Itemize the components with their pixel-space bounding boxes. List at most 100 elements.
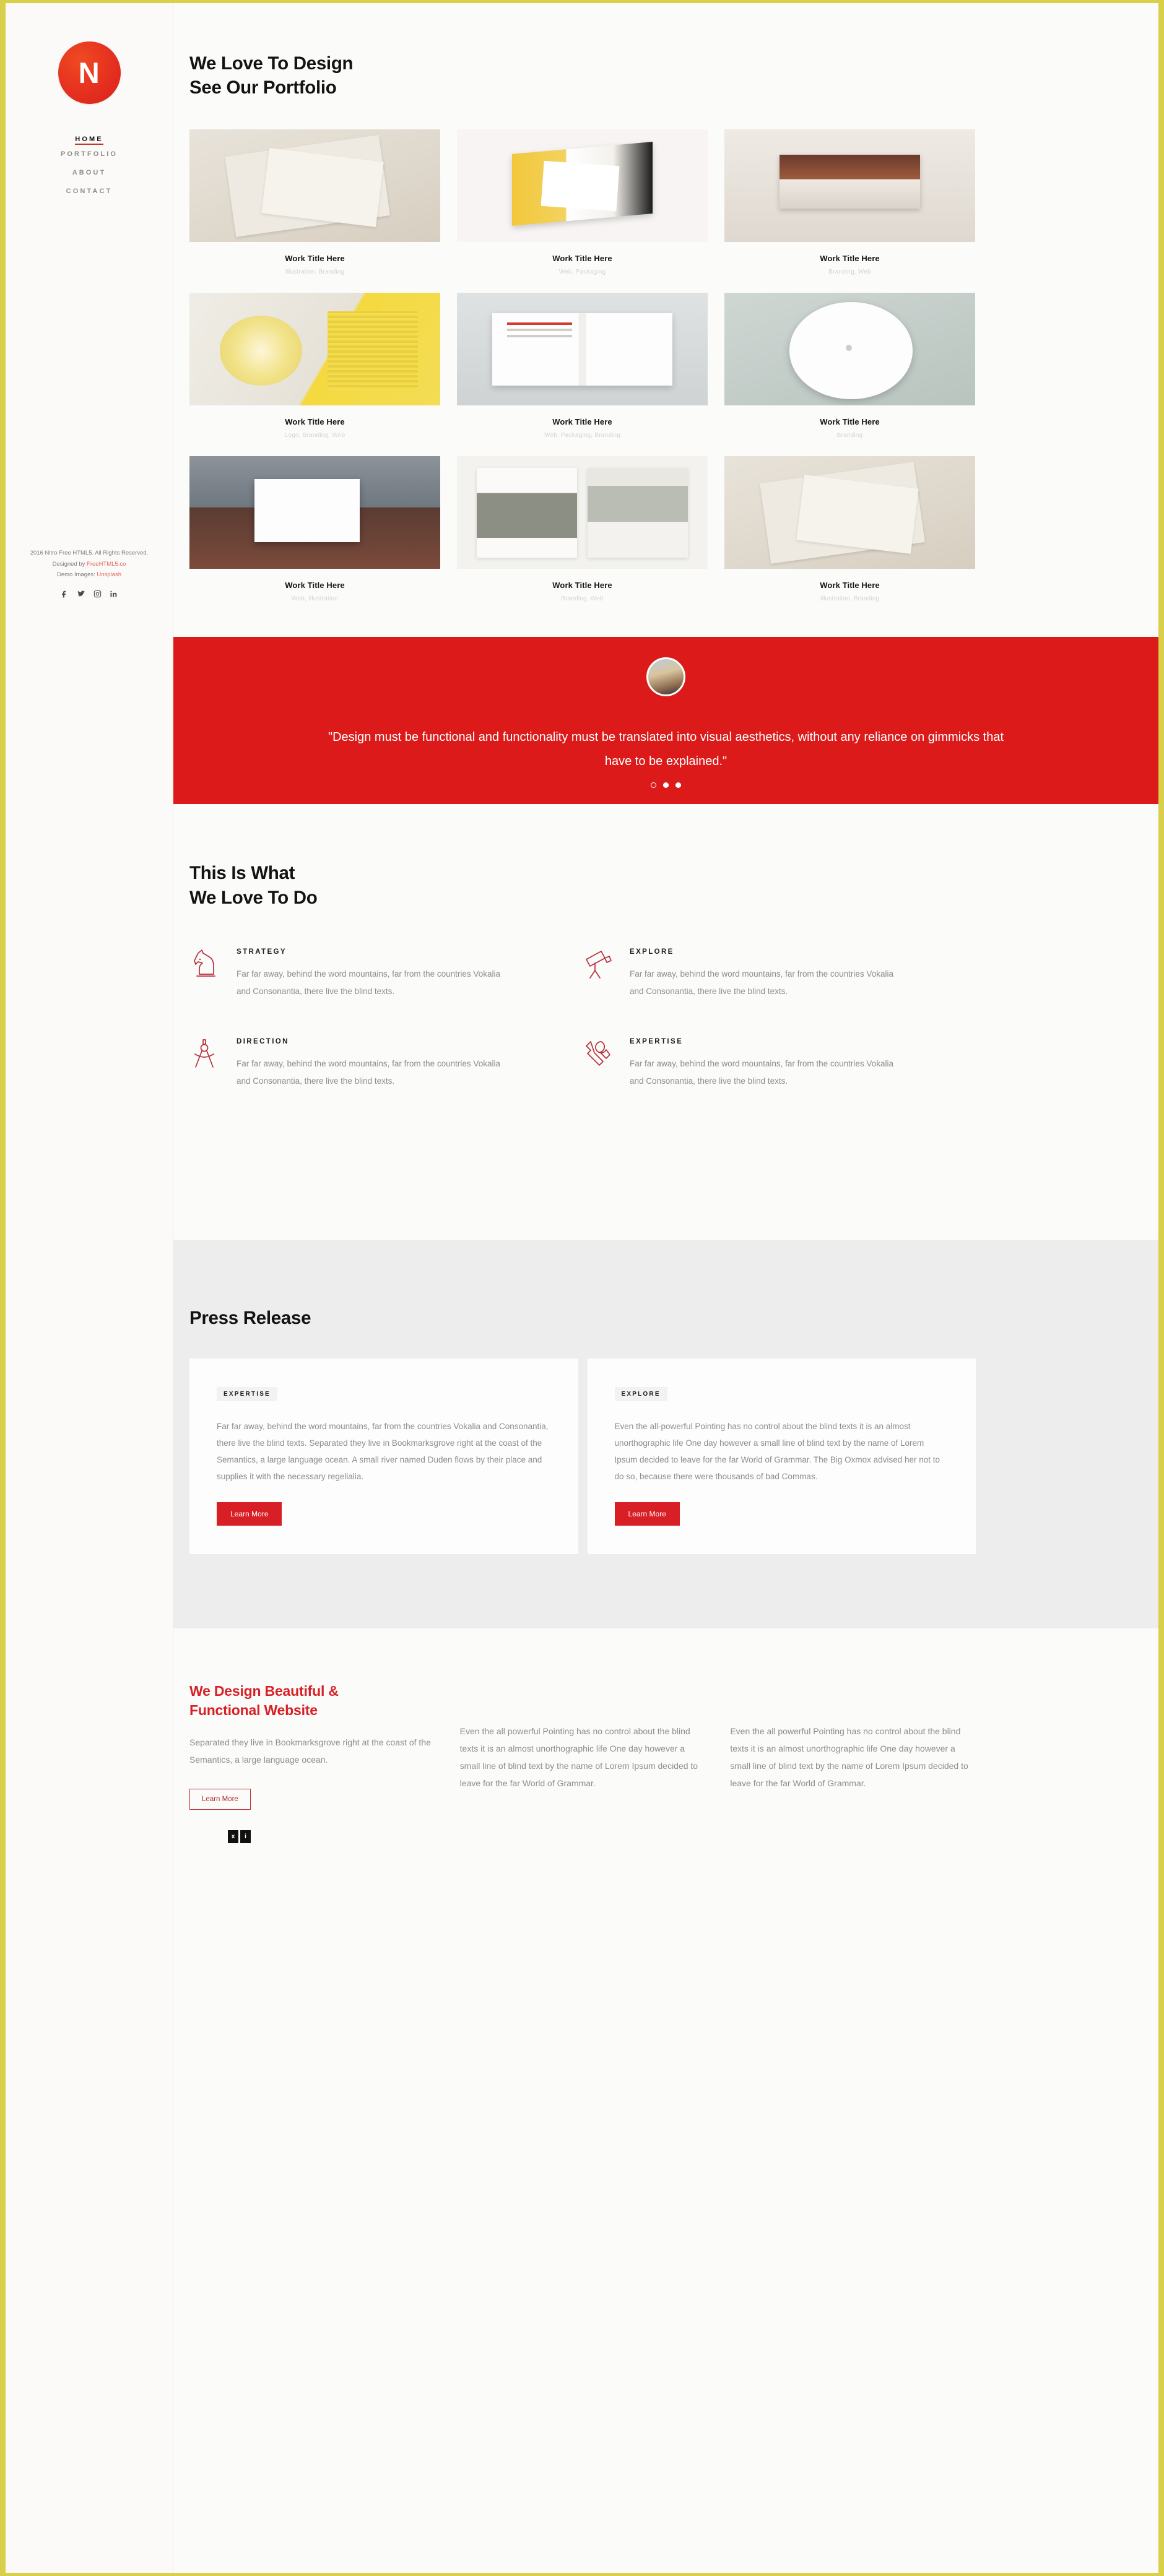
service-text: Far far away, behind the word mountains,… <box>630 969 893 996</box>
designed-by-label: Designed by <box>52 560 87 568</box>
sidebar: N HOME PORTFOLIO ABOUT CONTACT 2016 Nitr… <box>6 3 173 2573</box>
portfolio-item-title: Work Title Here <box>820 254 880 264</box>
service-body: EXPERTISE Far far away, behind the word … <box>630 1038 901 1089</box>
facebook-icon[interactable] <box>61 590 69 598</box>
sidebar-item-contact[interactable]: CONTACT <box>6 182 173 201</box>
learn-more-outline-button[interactable]: Learn More <box>189 1788 251 1810</box>
unsplash-link[interactable]: Unsplash <box>97 571 121 578</box>
demo-images-label: Demo Images: <box>56 571 97 579</box>
carousel-dot-1[interactable] <box>651 782 656 789</box>
press-card: EXPERTISE Far far away, behind the word … <box>189 1358 578 1554</box>
page-root: N HOME PORTFOLIO ABOUT CONTACT 2016 Nitr… <box>6 3 1158 2573</box>
portfolio-item-title: Work Title Here <box>552 254 612 264</box>
portfolio-item-category: Web, Illustration <box>292 595 338 603</box>
portfolio-thumbnail[interactable] <box>189 456 440 569</box>
portfolio-thumbnail[interactable] <box>724 129 975 243</box>
testimonial-section: "Design must be functional and functiona… <box>173 637 1158 805</box>
portfolio-item[interactable]: Work Title Here Web, Packaging, Branding <box>457 293 708 439</box>
sidebar-item-home[interactable]: HOME <box>75 130 104 145</box>
linkedin-icon[interactable] <box>110 590 118 598</box>
sidebar-item-portfolio[interactable]: PORTFOLIO <box>6 145 173 163</box>
portfolio-item-title: Work Title Here <box>285 254 345 264</box>
portfolio-item-category: Branding, Web <box>561 595 604 603</box>
testimonial-quote: "Design must be functional and functiona… <box>328 730 1004 769</box>
press-card-tag: EXPLORE <box>614 1386 667 1401</box>
portfolio-thumbnail[interactable] <box>724 293 975 406</box>
about-primary-column: We Design Beautiful & Functional Website… <box>189 1682 435 1843</box>
service-item: STRATEGY Far far away, behind the word m… <box>189 948 583 1000</box>
service-title: DIRECTION <box>237 1038 289 1046</box>
portfolio-item-category: Web, Packaging, Branding <box>544 432 621 439</box>
instagram-icon[interactable] <box>93 590 102 598</box>
about-lead-text: Separated they live in Bookmarksgrove ri… <box>189 1737 431 1765</box>
portfolio-section: We Love To Design See Our Portfolio Work… <box>173 3 1158 603</box>
service-item: DIRECTION Far far away, behind the word … <box>189 1038 583 1089</box>
portfolio-item-title: Work Title Here <box>820 417 880 427</box>
portfolio-heading-line2: See Our Portfolio <box>189 77 337 98</box>
portfolio-item[interactable]: Work Title Here Branding, Web <box>457 456 708 602</box>
chess-knight-icon <box>189 948 219 980</box>
about-column-text: Even the all powerful Pointing has no co… <box>459 1726 698 1788</box>
service-body: EXPLORE Far far away, behind the word mo… <box>630 948 901 1000</box>
press-heading: Press Release <box>189 1307 311 1328</box>
services-heading-line2: We Love To Do <box>189 887 318 908</box>
portfolio-item[interactable]: Work Title Here Branding, Web <box>724 129 975 275</box>
about-inner: We Design Beautiful & Functional Website… <box>189 1682 976 1843</box>
portfolio-thumbnail[interactable] <box>724 456 975 569</box>
tools-icon <box>583 1038 612 1070</box>
sidebar-footer: 2016 Nitro Free HTML5. All Rights Reserv… <box>6 548 173 598</box>
designed-by-line: Designed by FreeHTML5.co <box>17 559 162 570</box>
portfolio-item[interactable]: Work Title Here Web, Packaging <box>457 129 708 275</box>
portfolio-thumbnail[interactable] <box>457 293 708 406</box>
main-navigation: HOME PORTFOLIO ABOUT CONTACT <box>6 130 173 201</box>
portfolio-item-title: Work Title Here <box>552 417 612 427</box>
brand-logo[interactable]: N <box>58 41 121 104</box>
press-card-tag: EXPERTISE <box>217 1386 277 1401</box>
learn-more-button[interactable]: Learn More <box>614 1502 680 1526</box>
services-inner: This Is What We Love To Do STRATEGY Far … <box>189 861 976 1128</box>
portfolio-thumbnail[interactable] <box>189 129 440 243</box>
press-card-text: Far far away, behind the word mountains,… <box>217 1421 549 1481</box>
about-column-3: Even the all powerful Pointing has no co… <box>730 1682 976 1843</box>
compass-icon <box>189 1038 219 1070</box>
carousel-dot-3[interactable] <box>675 782 681 789</box>
about-column-2: Even the all powerful Pointing has no co… <box>460 1682 706 1843</box>
portfolio-item[interactable]: Work Title Here Illustration, Branding <box>189 129 440 275</box>
main-content: We Love To Design See Our Portfolio Work… <box>173 3 1158 2573</box>
logo-container[interactable]: N <box>6 41 173 104</box>
service-item: EXPLORE Far far away, behind the word mo… <box>583 948 976 1000</box>
portfolio-thumbnail[interactable] <box>457 129 708 243</box>
info-icon[interactable]: i <box>240 1830 251 1843</box>
portfolio-thumbnail[interactable] <box>189 293 440 406</box>
nav-item-home-wrap: HOME <box>6 130 173 145</box>
portfolio-item[interactable]: Work Title Here Illustration, Branding <box>724 456 975 602</box>
portfolio-thumbnail[interactable] <box>457 456 708 569</box>
portfolio-item-category: Illustration, Branding <box>820 595 880 603</box>
learn-more-button[interactable]: Learn More <box>217 1502 282 1526</box>
portfolio-inner: We Love To Design See Our Portfolio Work… <box>189 51 976 602</box>
service-text: Far far away, behind the word mountains,… <box>630 1059 893 1086</box>
portfolio-item-category: Branding, Web <box>828 269 871 276</box>
freehtml5-link[interactable]: FreeHTML5.co <box>87 561 126 568</box>
portfolio-item-category: Illustration, Branding <box>285 269 345 276</box>
portfolio-item-category: Web, Packaging <box>558 269 606 276</box>
portfolio-item-title: Work Title Here <box>285 417 345 427</box>
service-text: Far far away, behind the word mountains,… <box>237 1059 500 1086</box>
service-text: Far far away, behind the word mountains,… <box>237 969 500 996</box>
service-item: EXPERTISE Far far away, behind the word … <box>583 1038 976 1089</box>
service-title: EXPLORE <box>630 948 674 956</box>
portfolio-item[interactable]: Work Title Here Web, Illustration <box>189 456 440 602</box>
portfolio-item[interactable]: Work Title Here Logo, Branding, Web <box>189 293 440 439</box>
close-icon[interactable]: x <box>228 1830 238 1843</box>
portfolio-item-title: Work Title Here <box>552 581 612 590</box>
copyright-text: 2016 Nitro Free HTML5. All Rights Reserv… <box>30 550 149 556</box>
press-inner: Press Release EXPERTISE Far far away, be… <box>189 1308 976 1554</box>
twitter-icon[interactable] <box>77 590 85 598</box>
portfolio-item[interactable]: Work Title Here Branding <box>724 293 975 439</box>
carousel-dot-2[interactable] <box>663 782 669 789</box>
services-section: This Is What We Love To Do STRATEGY Far … <box>173 804 1158 1128</box>
portfolio-item-category: Logo, Branding, Web <box>284 432 345 439</box>
portfolio-grid: Work Title Here Illustration, Branding W… <box>189 129 976 602</box>
sidebar-item-about[interactable]: ABOUT <box>6 163 173 182</box>
press-card: EXPLORE Even the all-powerful Pointing h… <box>587 1358 976 1554</box>
